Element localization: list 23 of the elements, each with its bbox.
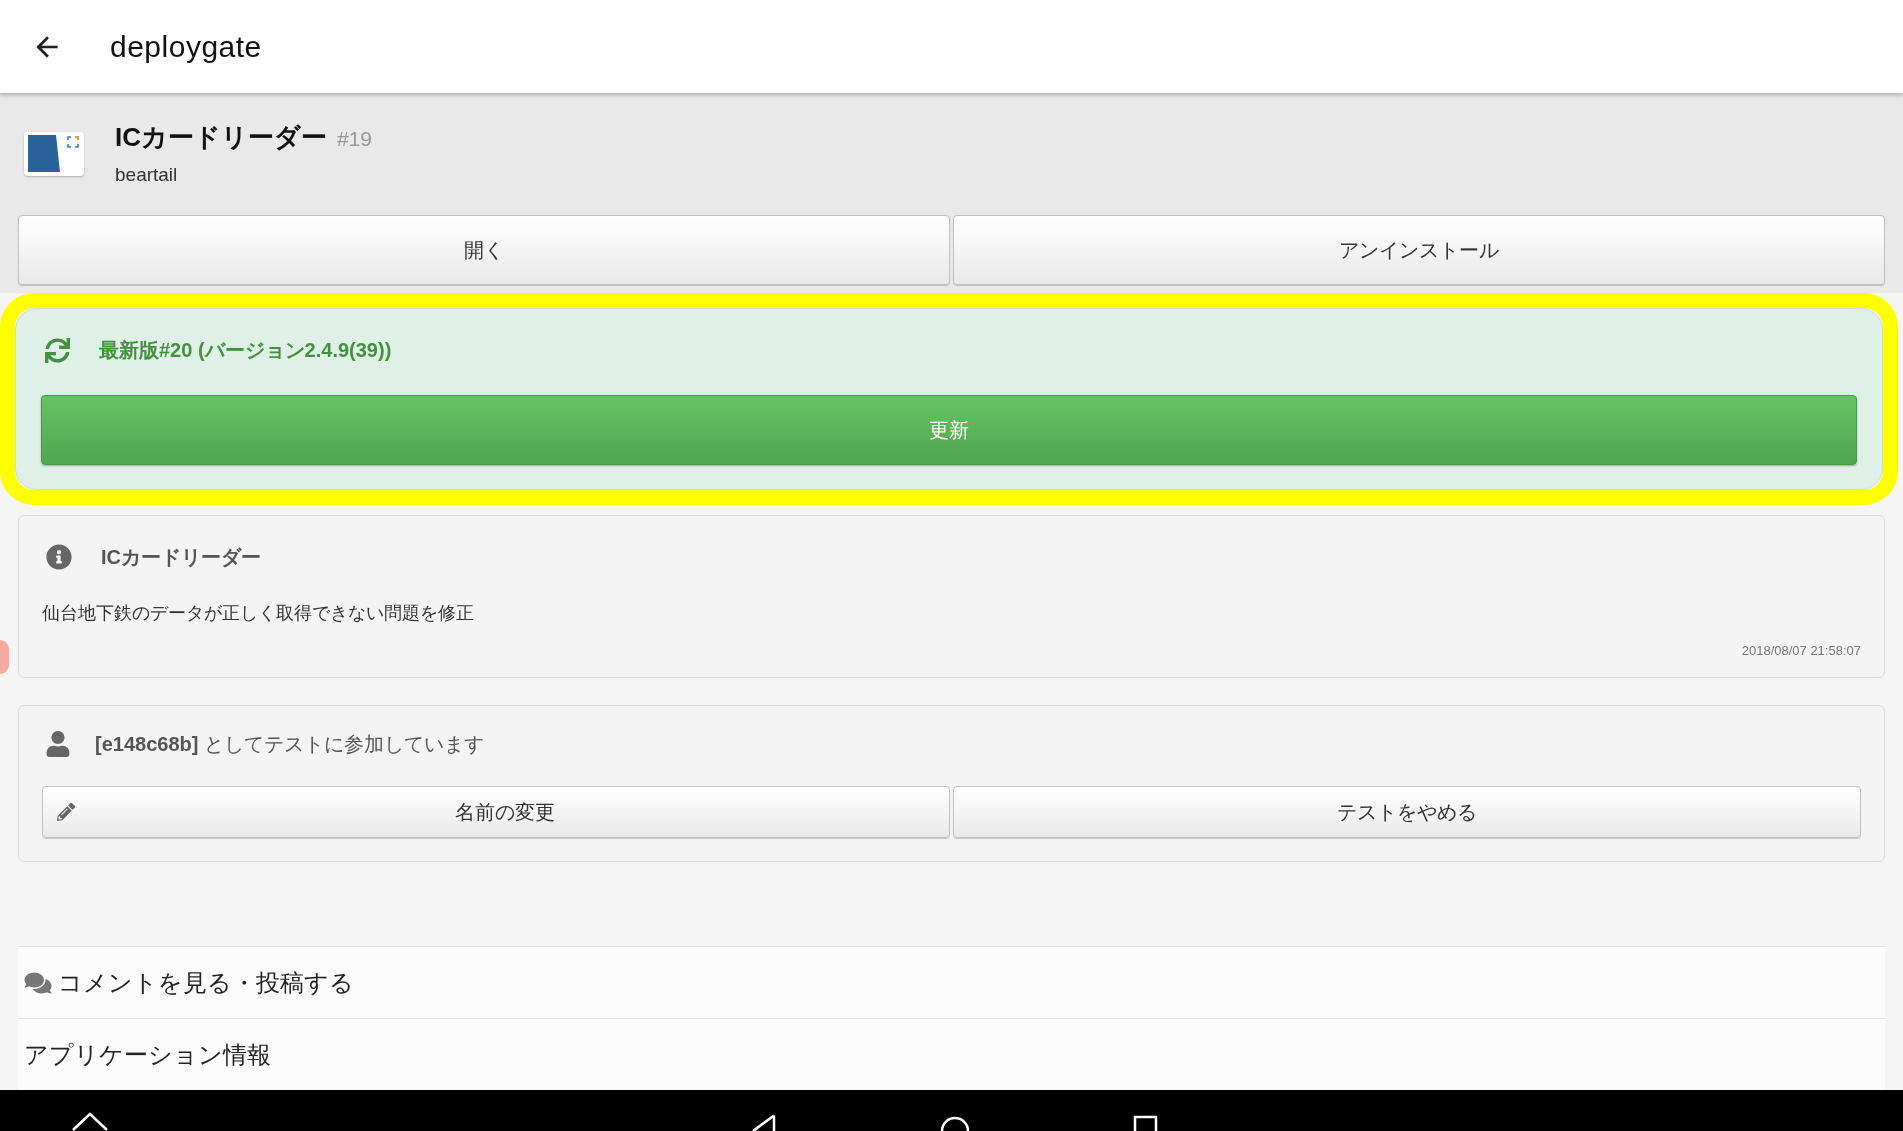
comments-icon <box>24 970 52 995</box>
participation-message: [e148c68b] としてテストに参加しています <box>95 732 484 757</box>
app-icon <box>24 132 84 176</box>
sync-icon <box>45 337 70 363</box>
release-description: 仙台地下鉄のデータが正しく取得できない問題を修正 <box>42 602 474 625</box>
info-icon <box>46 544 72 570</box>
app-name: ICカードリーダー <box>115 121 327 155</box>
update-message: 最新版#20 (バージョン2.4.9(39)) <box>99 338 392 363</box>
app-owner: beartail <box>115 163 179 188</box>
pencil-icon <box>57 803 75 821</box>
open-button[interactable]: 開く <box>18 215 950 285</box>
user-icon <box>46 731 70 757</box>
app-logo: deploygate <box>110 31 262 62</box>
release-date: 2018/08/07 21:58:07 <box>1741 643 1861 659</box>
menu-item[interactable]: コメントを見る・投稿する <box>18 946 1885 1018</box>
nav-back-icon[interactable] <box>751 1114 776 1131</box>
uninstall-button[interactable]: アンインストール <box>953 215 1885 285</box>
leave-test-button[interactable]: テストをやめる <box>953 786 1861 838</box>
rename-button[interactable]: 名前の変更 <box>42 786 950 838</box>
build-number: #19 <box>337 126 373 153</box>
release-title: ICカードリーダー <box>101 545 261 570</box>
chevron-up-icon[interactable] <box>71 1112 109 1131</box>
nav-recents-icon[interactable] <box>1133 1115 1158 1131</box>
